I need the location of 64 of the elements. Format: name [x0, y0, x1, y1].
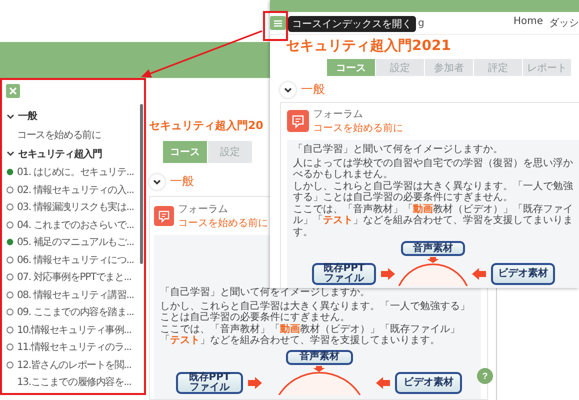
diagram-box: 既存PPT ファイル — [176, 372, 243, 394]
diagram-box: 既存PPT ファイル — [312, 263, 376, 285]
index-link[interactable]: コースを始める前に — [17, 128, 101, 142]
index-link[interactable]: 12.皆さんのレポートを閲... — [17, 358, 132, 372]
nav-link[interactable]: ダッシ — [549, 16, 579, 30]
arrow-shape — [248, 376, 262, 388]
index-link[interactable]: 11.情報セキュリティのラ... — [17, 340, 132, 354]
menu-icon — [274, 20, 282, 26]
description-text: しかし、これらと自己学習は大きく異なります。「一人で勉強する」ことは自己学習の必要条件にすぎません。 — [293, 180, 573, 204]
empty-circle-icon — [6, 186, 14, 194]
empty-circle-icon — [6, 308, 14, 316]
collapse-toggle[interactable] — [149, 174, 165, 190]
index-link[interactable]: 10.情報セキュリティ事例... — [17, 322, 132, 337]
site-name: g — [418, 18, 424, 28]
activity-type: フォーラム — [178, 203, 229, 216]
empty-circle-icon — [6, 360, 14, 369]
empty-circle-icon — [6, 203, 14, 212]
diagram-box: ビデオ素材 — [491, 263, 555, 285]
index-link[interactable]: 08. 情報セキュリティ講習... — [17, 288, 134, 302]
index-link[interactable]: 03. 情報漏洩リスクも実は... — [17, 200, 134, 214]
arrow-shape — [381, 268, 395, 280]
index-link[interactable]: 13.ここまでの履修内容を... — [17, 375, 132, 390]
description-text: 人によっては学校での自習や自宅での学習（復習）を思い浮かべるかもしれません。 — [293, 158, 573, 180]
nav-link[interactable]: Home — [513, 16, 543, 30]
index-link[interactable]: 06. 情報セキュリティにつ... — [17, 252, 134, 267]
highlight-frame — [263, 11, 288, 41]
diagram-box: 音声素材 — [286, 350, 353, 364]
arrow-shape — [427, 257, 439, 263]
empty-circle-icon — [6, 326, 14, 334]
index-link[interactable]: 02. 情報セキュリティの入... — [17, 182, 134, 197]
section-link[interactable]: セキュリティ超入門 — [18, 146, 102, 160]
description-text: 「自己学習」と聞いて何をイメージしますか。 — [160, 287, 371, 298]
description-text: 「自己学習」と聞いて何をイメージしますか。 — [293, 144, 504, 156]
completion-dot-icon — [6, 238, 14, 246]
diagram-box: 音声素材 — [401, 241, 465, 256]
section-title: 一般 — [301, 81, 325, 98]
description-text: ここでは、「音声教材」「動画教材（ビデオ）」「既存ファイル」「テスト」などを組み合わせて、学習を支援してまいります。 — [160, 324, 461, 346]
close-icon — [9, 87, 17, 95]
arrow-shape — [376, 376, 390, 388]
course-title: セキュリティ超入門20 — [149, 118, 264, 133]
arrow-shape — [313, 366, 325, 372]
tooltip: コースインデックスを開く — [288, 16, 416, 32]
completion-dot-icon — [6, 168, 14, 176]
diagram-box: ビデオ素材 — [395, 372, 462, 394]
forum-icon — [287, 110, 309, 132]
index-link[interactable]: 09. ここまでの内容を踏ま... — [17, 305, 134, 320]
empty-circle-icon — [6, 220, 14, 229]
empty-circle-icon — [6, 256, 14, 264]
empty-circle-icon — [6, 343, 14, 352]
index-link[interactable]: 01. はじめに。セキュリテ... — [17, 165, 134, 180]
section-title: 一般 — [170, 173, 194, 190]
arrow-shape — [472, 268, 486, 280]
forum-icon — [154, 206, 174, 226]
course-title: セキュリティ超入門2021 — [285, 37, 452, 55]
section-link[interactable]: 一般 — [18, 109, 37, 123]
empty-circle-icon — [6, 273, 14, 282]
empty-circle-icon — [6, 290, 14, 299]
description-text: しかし、これらと自己学習は大きく異なります。「一人で勉強する」ことは自己学習の必要条件にすぎません。 — [160, 300, 471, 324]
index-link[interactable]: 05. 補足のマニュアルもご... — [17, 235, 134, 250]
collapse-toggle[interactable] — [280, 82, 296, 98]
description-text: ここでは、「音声教材」「動画教材（ビデオ）」「既存ファイル」「テスト」などを組み合わせて、学習を支援してまいります。 — [293, 204, 573, 238]
index-link[interactable]: 07. 対応事例をPPTでまと... — [17, 270, 132, 284]
index-link[interactable]: 04. これまでのおさらいで... — [17, 218, 134, 232]
activity-type: フォーラム — [313, 108, 364, 121]
